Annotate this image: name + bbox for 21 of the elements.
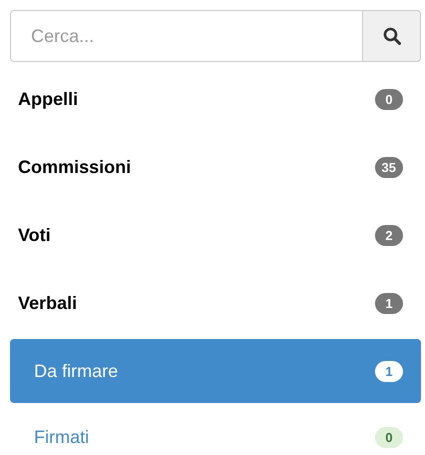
item-label: Verbali xyxy=(18,292,78,314)
count-badge: 1 xyxy=(375,360,403,382)
menu-item[interactable]: Commissioni 35 xyxy=(10,133,421,201)
search-button[interactable] xyxy=(362,10,421,62)
menu-item[interactable]: Verbali 1 xyxy=(10,269,421,337)
menu-item[interactable]: Voti 2 xyxy=(10,201,421,269)
submenu-item[interactable]: Da firmare 1 xyxy=(10,339,421,403)
count-badge: 2 xyxy=(375,224,403,246)
item-label: Da firmare xyxy=(34,360,118,382)
count-badge: 0 xyxy=(375,426,403,448)
menu-item[interactable]: Appelli 0 xyxy=(10,65,421,133)
item-label: Voti xyxy=(18,224,51,246)
count-badge: 0 xyxy=(375,88,403,110)
item-label: Firmati xyxy=(34,426,89,448)
count-badge: 1 xyxy=(375,292,403,314)
search-icon xyxy=(382,27,400,45)
item-label: Appelli xyxy=(18,88,78,110)
search-field[interactable]: Cerca... xyxy=(10,10,362,62)
submenu-item[interactable]: Firmati 0 xyxy=(10,405,421,455)
item-label: Commissioni xyxy=(18,156,132,178)
count-badge: 35 xyxy=(374,156,403,178)
